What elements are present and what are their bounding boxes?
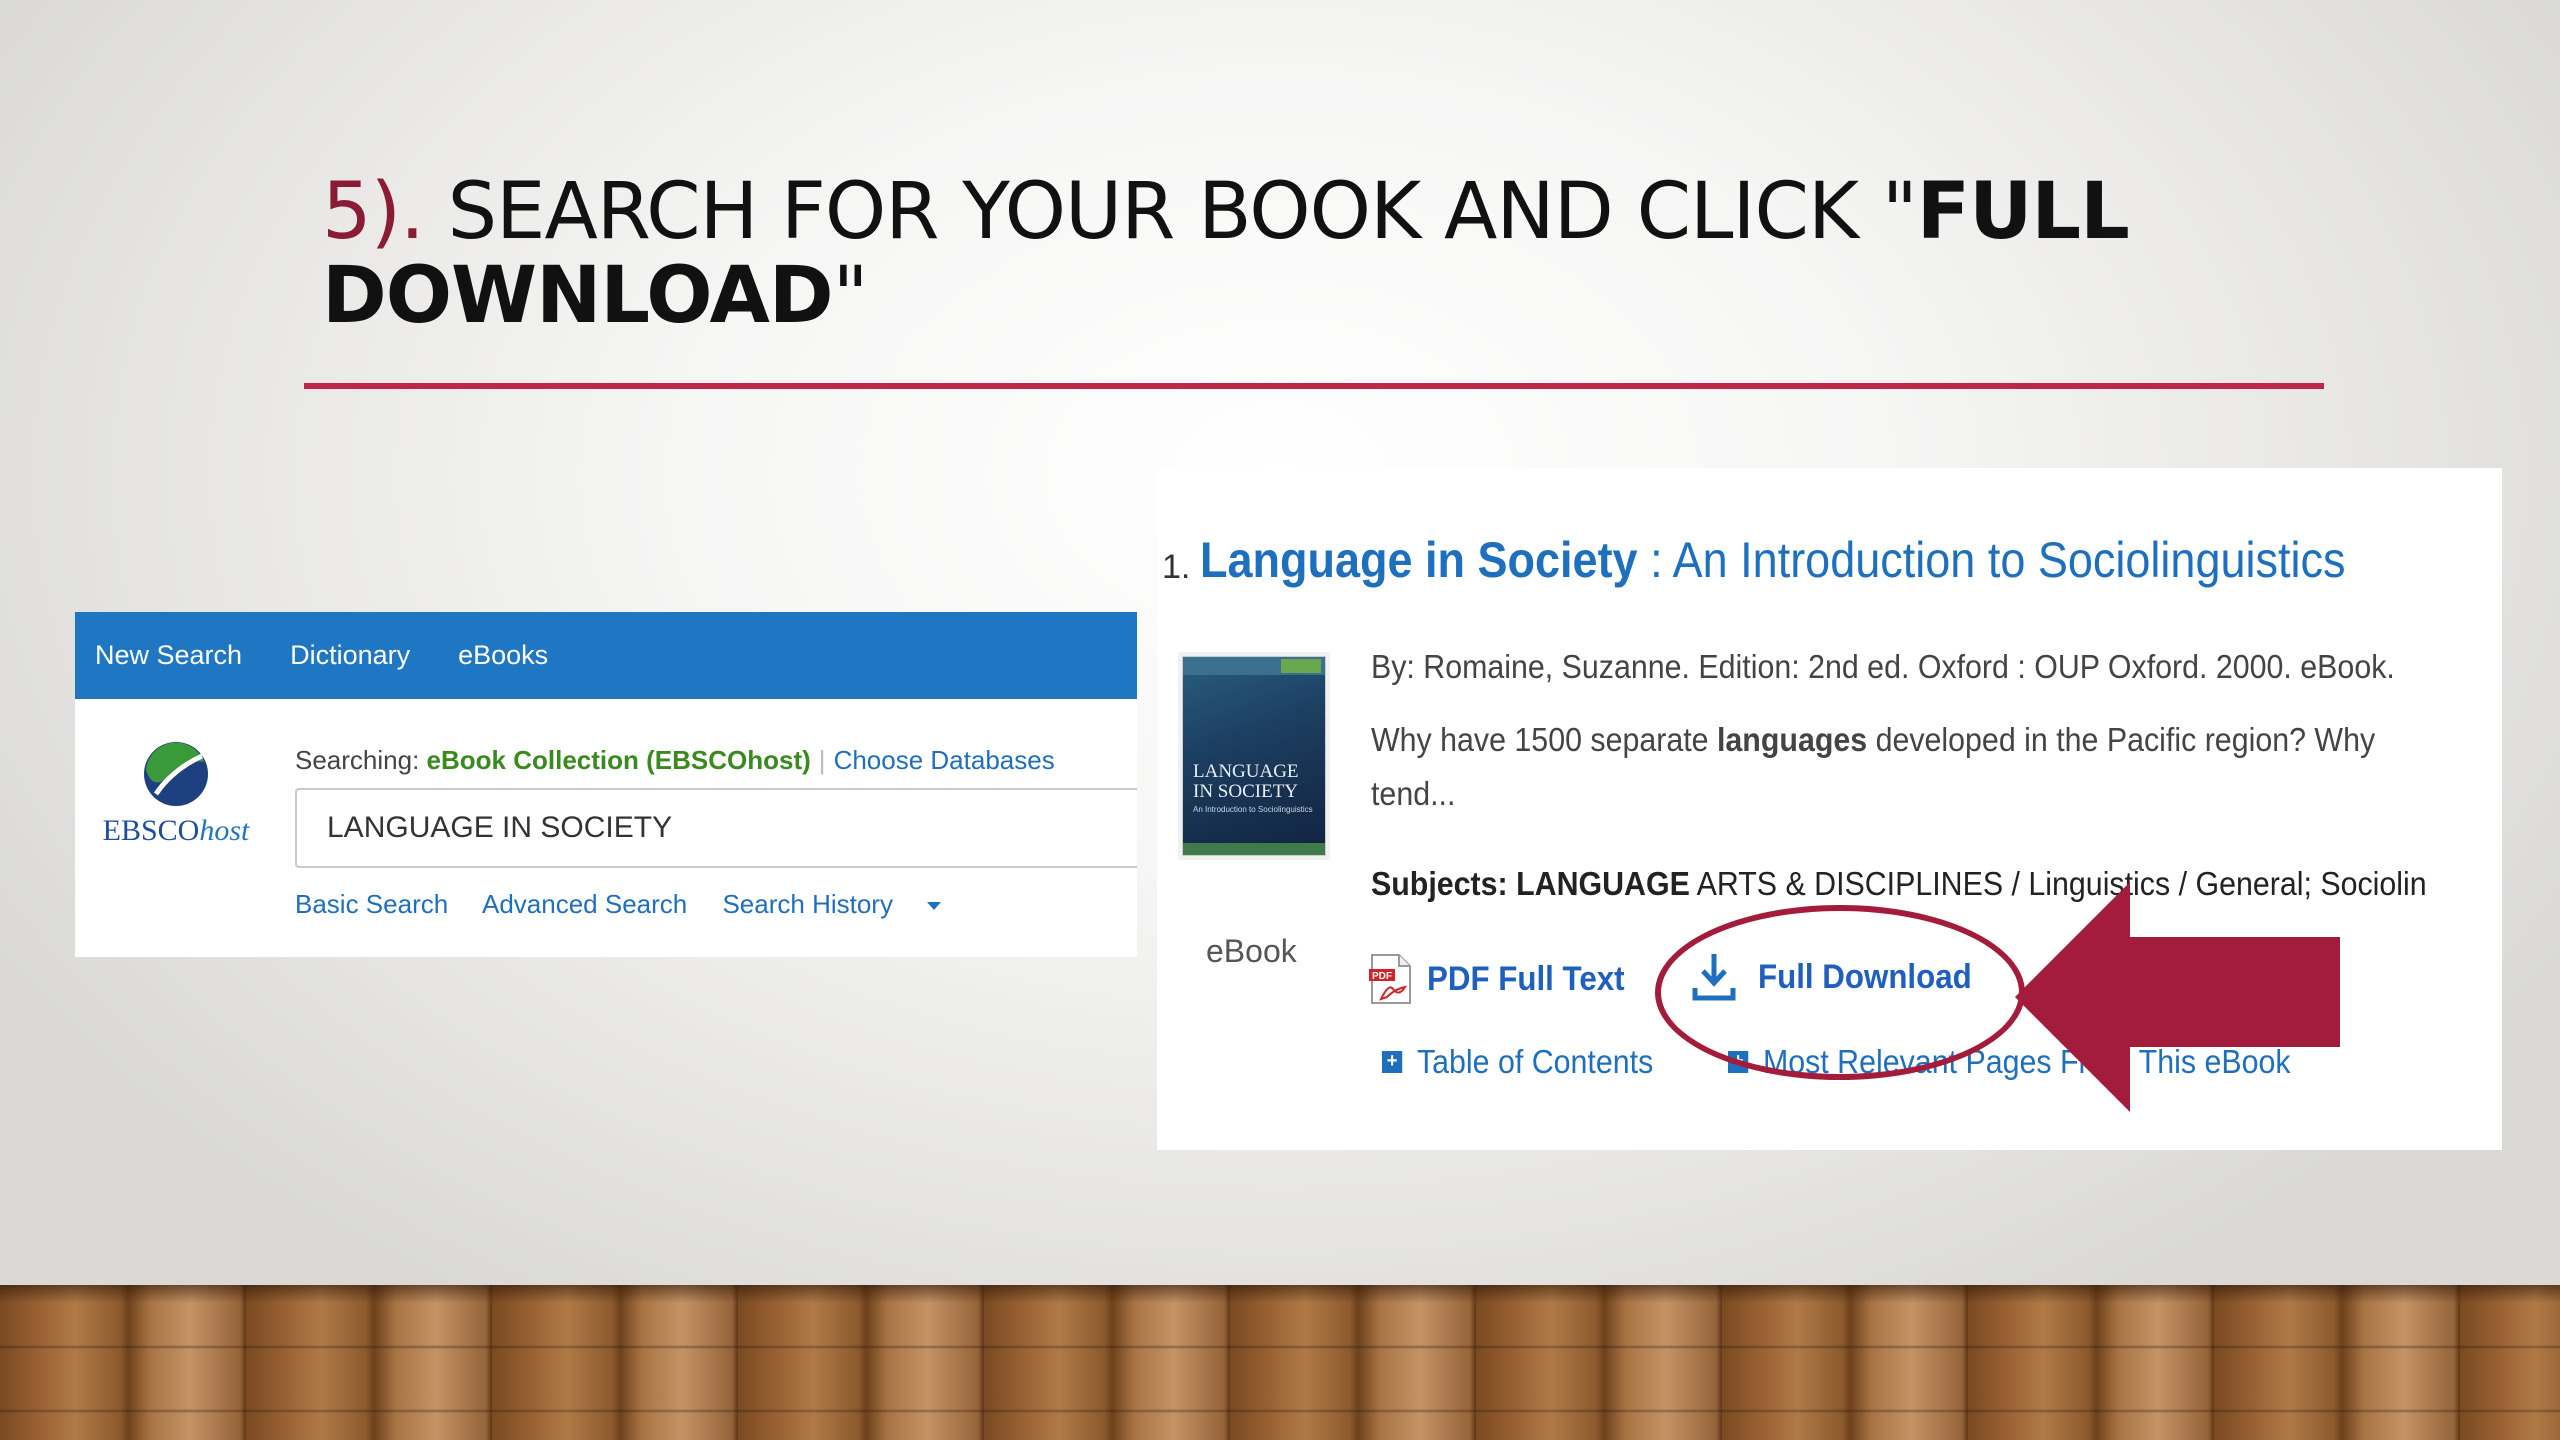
result-title-link[interactable]: Language in Society : An Introduction to… xyxy=(1200,531,2346,589)
cover-tag xyxy=(1281,659,1321,673)
abstract-text-1: Why have 1500 separate xyxy=(1371,721,1717,758)
step-number: 5). xyxy=(322,167,425,257)
search-history-label: Search History xyxy=(722,889,893,919)
subjects-highlight: LANGUAGE xyxy=(1516,865,1690,902)
logo-main: EBSCO xyxy=(102,814,200,847)
ebsco-logo-icon xyxy=(144,742,208,806)
nav-dictionary[interactable]: Dictionary xyxy=(290,640,410,671)
svg-text:PDF: PDF xyxy=(1372,971,1392,982)
chevron-down-icon xyxy=(926,902,941,911)
table-of-contents-link[interactable]: + Table of Contents xyxy=(1382,1043,1653,1081)
title-text: SEARCH FOR YOUR BOOK AND CLICK " xyxy=(447,167,1918,257)
book-cover-image[interactable]: LANGUAGE IN SOCIETY An Introduction to S… xyxy=(1182,656,1326,856)
pdf-full-text-label: PDF Full Text xyxy=(1427,959,1625,998)
abstract-highlight: languages xyxy=(1716,721,1868,758)
advanced-search-link[interactable]: Advanced Search xyxy=(482,889,687,919)
subjects-label: Subjects: xyxy=(1371,865,1508,902)
searching-line: Searching: eBook Collection (EBSCOhost) |… xyxy=(295,745,1055,776)
logo-host: host xyxy=(199,814,250,847)
ebsco-nav-bar: New Search Dictionary eBooks xyxy=(75,612,1137,699)
title-quote-end: " xyxy=(832,251,869,341)
searching-label: Searching: xyxy=(295,745,420,775)
separator: | xyxy=(818,745,826,775)
choose-databases-link[interactable]: Choose Databases xyxy=(834,745,1055,775)
title-divider xyxy=(304,383,2324,389)
cover-subtitle: An Introduction to Sociolinguistics xyxy=(1193,805,1313,814)
ebscohost-logo: EBSCOhost xyxy=(91,740,261,848)
ebsco-search-panel: New Search Dictionary eBooks EBSCOhost S… xyxy=(75,612,1137,957)
result-abstract: Why have 1500 separate languages develop… xyxy=(1371,721,2375,759)
search-input[interactable] xyxy=(295,788,1137,868)
table-of-contents-label: Table of Contents xyxy=(1416,1043,1654,1080)
nav-ebooks[interactable]: eBooks xyxy=(458,640,548,671)
cover-footer xyxy=(1183,843,1325,855)
slide-title: 5). SEARCH FOR YOUR BOOK AND CLICK "FULL… xyxy=(322,170,2222,338)
expand-plus-icon: + xyxy=(1382,1051,1403,1073)
wooden-floor xyxy=(0,1285,2560,1440)
pdf-icon: PDF xyxy=(1369,954,1411,1004)
result-title-sub: : An Introduction to Sociolinguistics xyxy=(1637,532,2346,588)
abstract-text-2: developed in the Pacific region? Why xyxy=(1867,721,2376,758)
highlight-circle xyxy=(1655,905,2025,1080)
search-links: Basic Search Advanced Search Search Hist… xyxy=(295,889,969,920)
cover-title: LANGUAGE IN SOCIETY xyxy=(1193,761,1299,802)
result-number: 1. xyxy=(1162,548,1191,586)
logo-wordmark: EBSCOhost xyxy=(91,814,261,848)
search-history-link[interactable]: Search History xyxy=(722,889,941,919)
result-type-label: eBook xyxy=(1206,933,1297,969)
selected-database: eBook Collection (EBSCOhost) xyxy=(426,745,811,775)
result-byline: By: Romaine, Suzanne. Edition: 2nd ed. O… xyxy=(1371,648,2395,685)
nav-new-search[interactable]: New Search xyxy=(95,640,242,671)
pdf-full-text-link[interactable]: PDF PDF Full Text xyxy=(1369,953,1642,1005)
result-title-main: Language in Society xyxy=(1200,532,1638,588)
result-abstract-cont: tend... xyxy=(1371,775,1456,812)
basic-search-link[interactable]: Basic Search xyxy=(295,889,448,919)
left-arrow-icon xyxy=(2015,882,2340,1112)
